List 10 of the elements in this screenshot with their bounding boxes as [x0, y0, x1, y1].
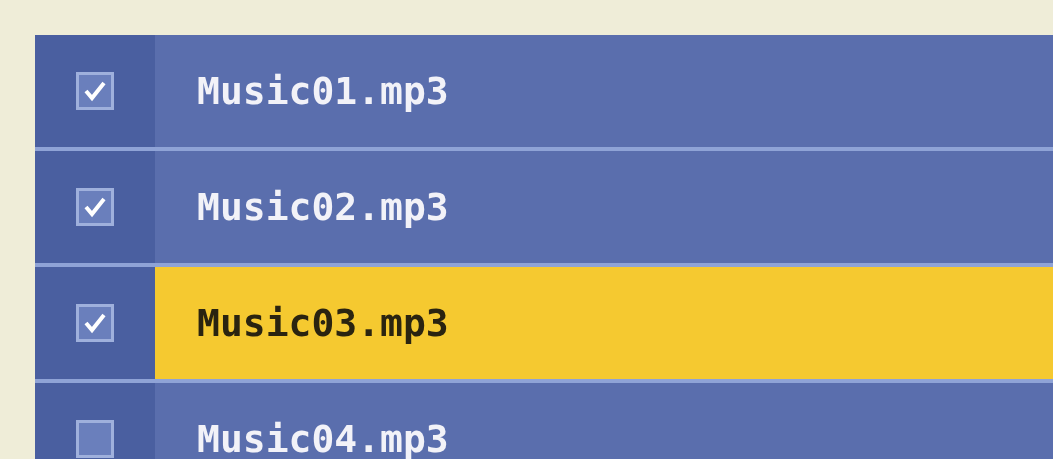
checkbox[interactable] — [76, 304, 114, 342]
file-name[interactable]: Music02.mp3 — [155, 151, 1053, 263]
checkbox[interactable] — [76, 72, 114, 110]
checkbox[interactable] — [76, 188, 114, 226]
checkmark-icon — [83, 195, 107, 219]
file-name[interactable]: Music03.mp3 — [155, 267, 1053, 379]
file-name[interactable]: Music01.mp3 — [155, 35, 1053, 147]
checkmark-icon — [83, 311, 107, 335]
checkbox[interactable] — [76, 420, 114, 458]
checkmark-icon — [83, 79, 107, 103]
